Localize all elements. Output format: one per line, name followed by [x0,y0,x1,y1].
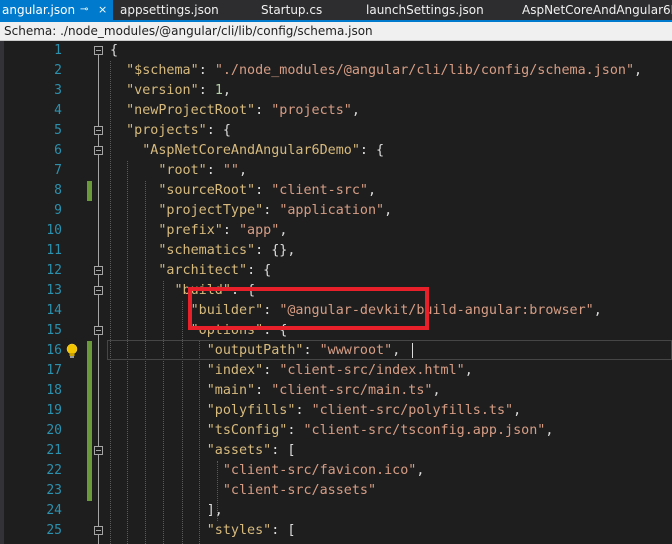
code-text: "root": "", [158,163,248,178]
tab-aspnetcoreandangular6demo[interactable]: AspNetCoreAndAngular6D [522,0,672,20]
line-number: 8 [54,183,62,198]
line-number: 17 [46,363,62,378]
collapse-box-icon[interactable] [94,46,103,55]
tab-label: AspNetCoreAndAngular6D [522,3,672,17]
line-number: 4 [54,103,62,118]
code-text: "main": "client-src/main.ts", [206,383,441,398]
code-text: "tsConfig": "client-src/tsconfig.app.jso… [206,423,554,438]
code-text: "schematics": {}, [158,243,296,258]
code-line[interactable]: 10 "prefix": "app", [0,221,672,241]
schema-bar[interactable]: Schema: ./node_modules/@angular/cli/lib/… [0,22,672,41]
line-number: 6 [54,143,62,158]
code-line[interactable]: 4 "newProjectRoot": "projects", [0,101,672,121]
code-text: "prefix": "app", [158,223,288,238]
line-number: 9 [54,203,62,218]
code-text: "client-src/favicon.ico", [222,463,425,478]
text-caret [412,343,413,358]
line-number: 20 [46,423,62,438]
code-text: "sourceRoot": "client-src", [158,183,377,198]
code-line[interactable]: 21 "assets": [ [0,441,672,461]
document-tab-bar: angular.json ⊸ × appsettings.json Startu… [0,0,672,20]
code-line[interactable]: 25 "styles": [ [0,521,672,541]
code-text: "projectType": "application", [158,203,393,218]
code-text: "AspNetCoreAndAngular6Demo": { [142,143,385,158]
line-number: 12 [46,263,62,278]
line-number: 24 [46,503,62,518]
line-number: 21 [46,443,62,458]
tab-label: Startup.cs [261,3,323,17]
collapse-box-icon[interactable] [94,286,103,295]
line-number: 5 [54,123,62,138]
line-number: 23 [46,483,62,498]
code-text: "assets": [ [206,443,296,458]
line-number: 15 [46,323,62,338]
code-text: "$schema": "./node_modules/@angular/cli/… [126,63,643,78]
collapse-box-icon[interactable] [94,526,103,535]
schema-path: Schema: ./node_modules/@angular/cli/lib/… [4,24,373,38]
tab-appsettings-json[interactable]: appsettings.json [120,0,219,20]
line-number: 11 [46,243,62,258]
line-number: 10 [46,223,62,238]
tab-label: appsettings.json [120,3,219,17]
code-line[interactable]: 20 "tsConfig": "client-src/tsconfig.app.… [0,421,672,441]
code-text: "client-src/assets" [222,483,377,498]
code-line[interactable]: 17 "index": "client-src/index.html", [0,361,672,381]
code-line[interactable]: 9 "projectType": "application", [0,201,672,221]
code-line[interactable]: 3 "version": 1, [0,81,672,101]
code-text: "index": "client-src/index.html", [206,363,473,378]
line-number: 19 [46,403,62,418]
line-number: 2 [54,63,62,78]
collapse-box-icon[interactable] [94,266,103,275]
line-number: 13 [46,283,62,298]
code-line[interactable]: 23 "client-src/assets" [0,481,672,501]
line-number: 3 [54,83,62,98]
code-text: "newProjectRoot": "projects", [126,103,360,118]
code-line[interactable]: 6 "AspNetCoreAndAngular6Demo": { [0,141,672,161]
tab-startup-cs[interactable]: Startup.cs [261,0,322,20]
code-line[interactable]: 22 "client-src/favicon.ico", [0,461,672,481]
code-text: "outputPath": "wwwroot", [206,343,401,358]
code-line[interactable]: 18 "main": "client-src/main.ts", [0,381,672,401]
line-number: 25 [46,523,62,538]
close-icon[interactable]: × [98,0,107,20]
code-line[interactable]: 11 "schematics": {}, [0,241,672,261]
code-line[interactable]: 1{ [0,41,672,61]
collapse-box-icon[interactable] [94,326,103,335]
code-line[interactable]: 24 ], [0,501,672,521]
pin-icon[interactable]: ⊸ [80,0,88,20]
code-text: "styles": [ [206,523,296,538]
code-line[interactable]: 8 "sourceRoot": "client-src", [0,181,672,201]
line-number: 18 [46,383,62,398]
code-text: "polyfills": "client-src/polyfills.ts", [206,403,522,418]
code-line[interactable]: 2 "$schema": "./node_modules/@angular/cl… [0,61,672,81]
line-number: 16 [46,343,62,358]
code-text: "architect": { [158,263,272,278]
collapse-box-icon[interactable] [94,446,103,455]
line-number: 22 [46,463,62,478]
code-text: "projects": { [126,123,231,138]
annotation-highlight-box [188,287,429,330]
tab-label: launchSettings.json [366,3,484,17]
collapse-box-icon[interactable] [94,126,103,135]
code-line[interactable]: 16 "outputPath": "wwwroot", [0,341,672,361]
code-text: { [110,43,119,58]
tab-angular-json[interactable]: angular.json ⊸ × [0,0,113,20]
line-number: 14 [46,303,62,318]
line-number: 7 [54,163,62,178]
code-text: "version": 1, [126,83,231,98]
tab-launchsettings-json[interactable]: launchSettings.json [366,0,484,20]
tab-label: angular.json [2,3,76,17]
collapse-box-icon[interactable] [94,146,103,155]
code-line[interactable]: 19 "polyfills": "client-src/polyfills.ts… [0,401,672,421]
code-line[interactable]: 5 "projects": { [0,121,672,141]
code-text: ], [110,503,223,518]
code-line[interactable]: 7 "root": "", [0,161,672,181]
code-line[interactable]: 12 "architect": { [0,261,672,281]
line-number: 1 [54,43,62,58]
